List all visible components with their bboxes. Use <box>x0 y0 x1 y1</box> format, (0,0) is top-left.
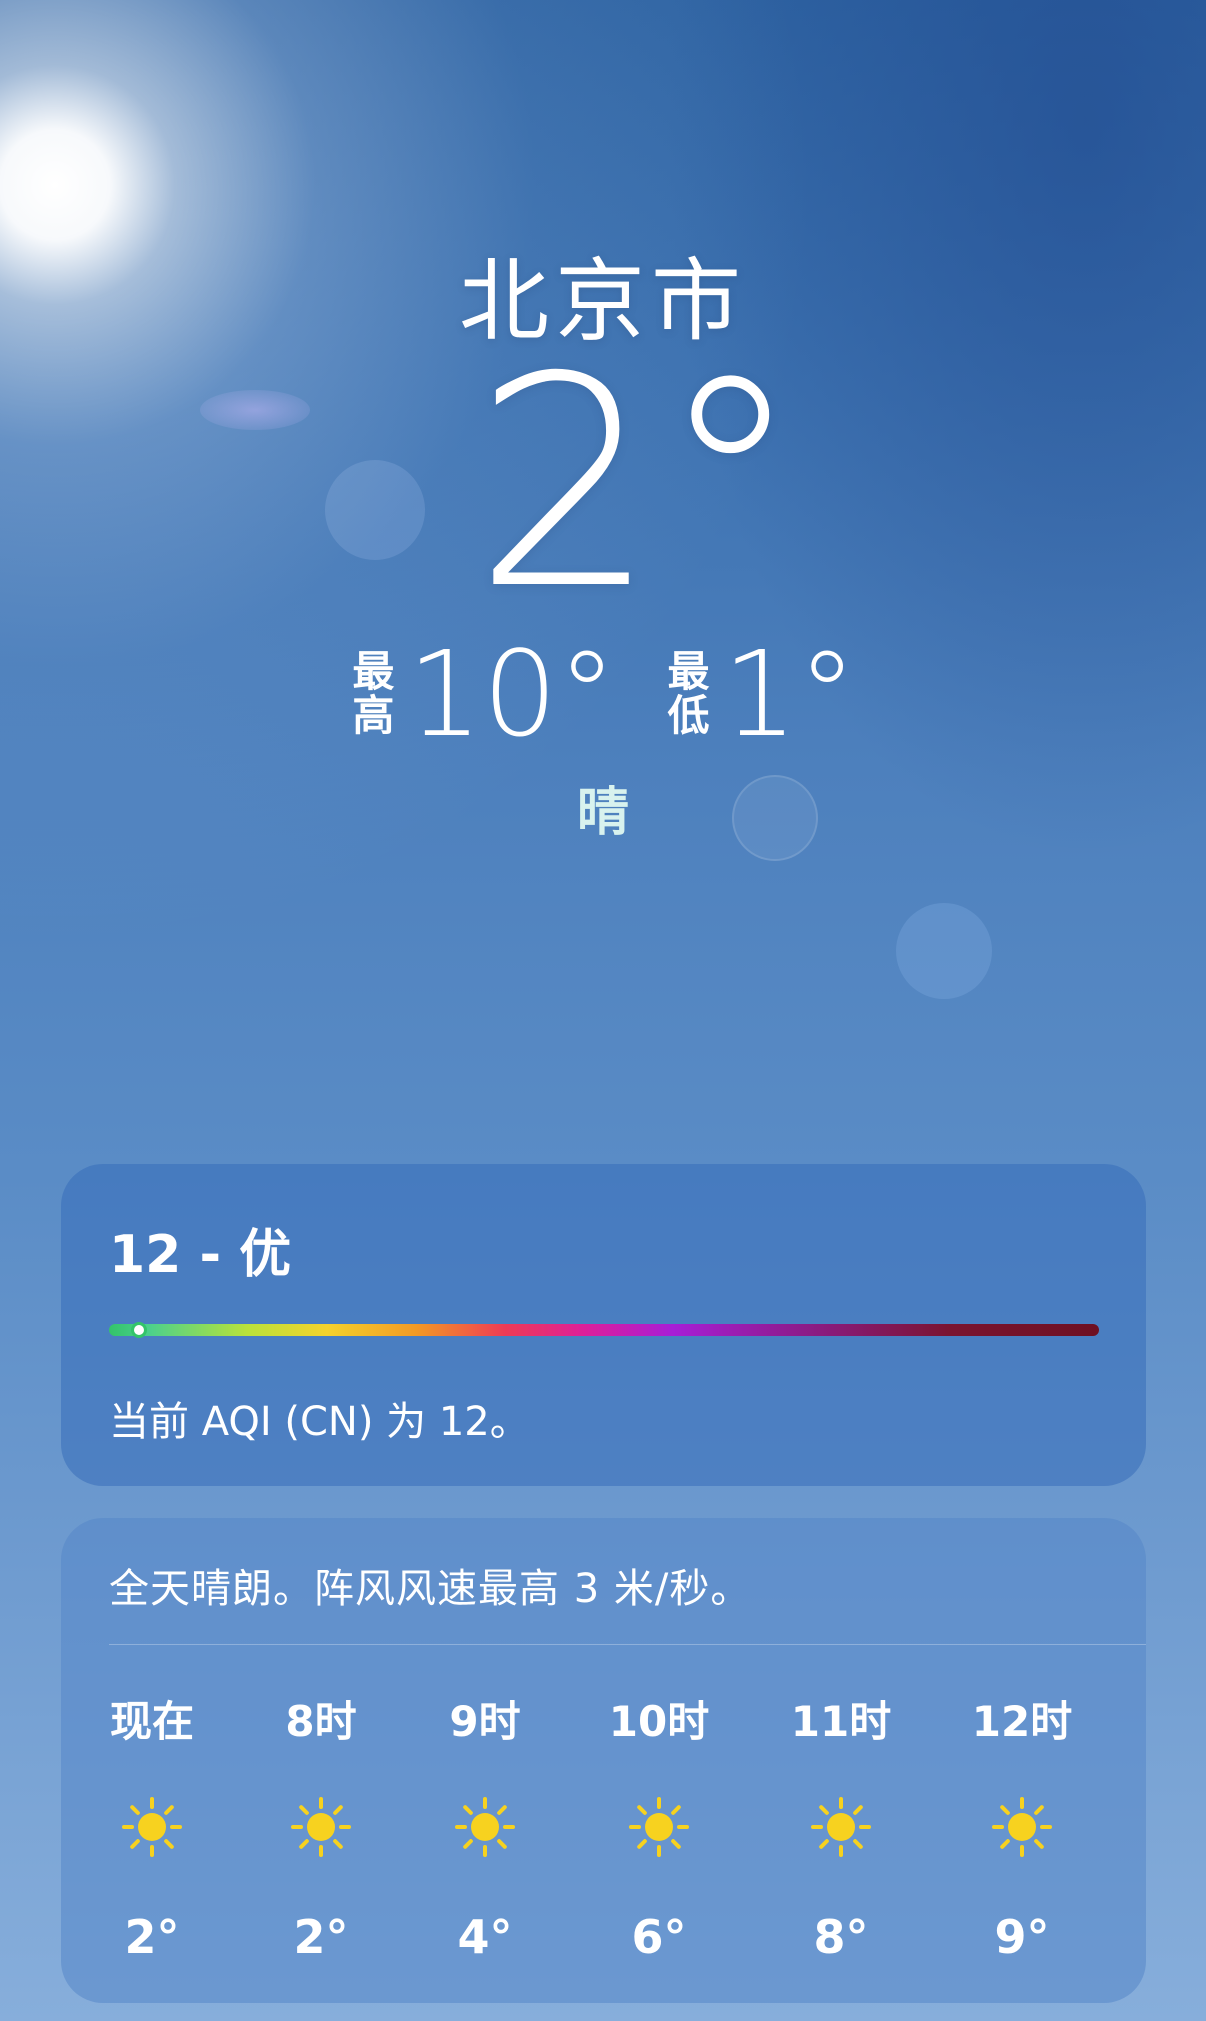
hour-time: 12时 <box>971 1697 1073 1746</box>
hour-temperature: 8° <box>813 1910 869 1964</box>
sun-icon <box>992 1797 1052 1857</box>
hour-temperature: 6° <box>631 1910 687 1964</box>
hour-forecast-item[interactable]: 12时 9° <box>952 1688 1092 1988</box>
hour-time: 10时 <box>608 1697 710 1746</box>
hour-time: 11时 <box>790 1697 892 1746</box>
high-temperature: 最高 10° <box>349 635 616 753</box>
hour-forecast-item[interactable]: 10时 6° <box>589 1688 729 1988</box>
aqi-description: 当前 AQI (CN) 为 12。 <box>109 1399 530 1445</box>
divider <box>109 1644 1146 1645</box>
hour-temperature: 2° <box>124 1910 180 1964</box>
forecast-summary: 全天晴朗。阵风风速最高 3 米/秒。 <box>109 1566 752 1612</box>
high-low-temperatures: 最高 10° 最低 1° <box>0 635 1206 753</box>
hour-temperature: 2° <box>293 1910 349 1964</box>
hour-time: 9时 <box>449 1697 521 1746</box>
low-temperature: 最低 1° <box>665 635 857 753</box>
hourly-forecast-card[interactable]: 全天晴朗。阵风风速最高 3 米/秒。 现在 2° 8时 2° 9时 4° 10时… <box>61 1518 1146 2003</box>
hour-temperature: 4° <box>457 1910 513 1964</box>
hour-temperature: 9° <box>994 1910 1050 1964</box>
low-value: 1° <box>722 625 857 763</box>
aqi-title: 12 - 优 <box>109 1225 292 1285</box>
hour-forecast-item[interactable]: 9时 4° <box>415 1688 555 1988</box>
sun-icon <box>122 1797 182 1857</box>
hour-forecast-item[interactable]: 现在 2° <box>82 1688 222 1988</box>
sun-icon <box>291 1797 351 1857</box>
aqi-scale-bar <box>109 1324 1099 1336</box>
air-quality-card[interactable]: 12 - 优 当前 AQI (CN) 为 12。 <box>61 1164 1146 1486</box>
low-label: 最低 <box>667 647 710 740</box>
hour-time: 现在 <box>109 1697 194 1746</box>
sun-icon <box>629 1797 689 1857</box>
high-label: 最高 <box>352 647 395 740</box>
sun-icon <box>455 1797 515 1857</box>
sun-icon <box>811 1797 871 1857</box>
hour-forecast-item[interactable]: 11时 8° <box>771 1688 911 1988</box>
lens-flare <box>896 903 992 999</box>
weather-condition: 晴 <box>576 783 629 843</box>
aqi-marker <box>133 1325 144 1335</box>
current-temperature: 2° <box>473 316 803 653</box>
high-value: 10° <box>407 625 617 763</box>
hour-forecast-item[interactable]: 8时 2° <box>251 1688 391 1988</box>
hour-time: 8时 <box>285 1697 357 1746</box>
